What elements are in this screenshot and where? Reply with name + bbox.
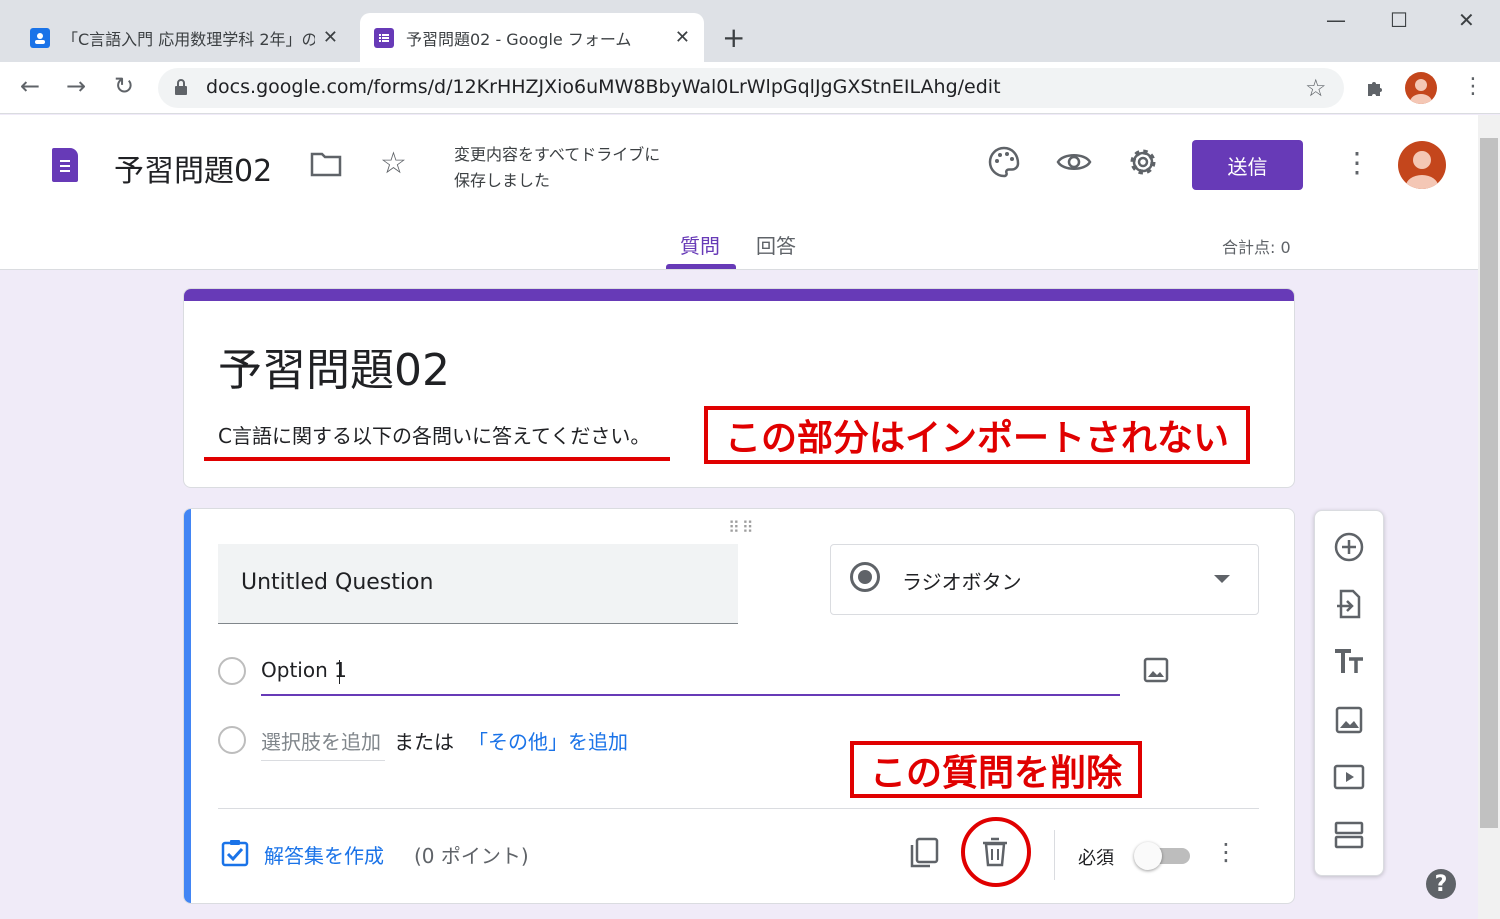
required-toggle-knob[interactable] <box>1134 842 1162 870</box>
add-question-icon[interactable] <box>1333 531 1365 563</box>
answer-key-link[interactable]: 解答集を作成 <box>264 840 384 869</box>
add-image-icon[interactable] <box>1333 704 1365 736</box>
star-icon[interactable]: ☆ <box>380 146 407 181</box>
or-text: または <box>394 730 454 754</box>
settings-gear-icon[interactable] <box>1125 144 1161 180</box>
tab-questions[interactable]: 質問 <box>680 230 720 259</box>
url-text[interactable]: docs.google.com/forms/d/12KrHHZJXio6uMW8… <box>206 76 1001 98</box>
maximize-icon[interactable]: ☐ <box>1390 8 1408 32</box>
send-button[interactable]: 送信 <box>1192 140 1303 190</box>
text-cursor <box>339 660 340 684</box>
browser-tab-forms[interactable]: 予習問題02 - Google フォーム ✕ <box>360 13 704 62</box>
answer-key-icon[interactable] <box>220 838 250 868</box>
add-video-icon[interactable] <box>1333 761 1365 793</box>
drag-handle-icon[interactable]: ⠿⠿ <box>728 518 755 537</box>
points-text: (0 ポイント) <box>414 844 529 868</box>
active-question-indicator <box>184 509 191 903</box>
add-other-link[interactable]: 「その他」を追加 <box>468 726 628 755</box>
option-1-input[interactable]: Option 1 <box>261 658 347 682</box>
forms-favicon-icon <box>374 27 394 48</box>
required-label: 必須 <box>1078 848 1114 869</box>
browser-tab-classroom[interactable]: 「C言語入門 応用数理学科 2年」の ✕ <box>16 13 352 62</box>
title-card-accent <box>184 289 1294 301</box>
folder-icon[interactable] <box>310 150 342 178</box>
tab-title: 予習問題02 - Google フォーム <box>406 29 632 49</box>
active-tab-indicator <box>666 264 736 269</box>
more-options-icon[interactable]: ⋮ <box>1343 146 1371 179</box>
add-section-icon[interactable] <box>1333 819 1365 851</box>
option-radio-icon <box>218 657 246 685</box>
tab-responses[interactable]: 回答 <box>756 230 796 259</box>
save-status: 変更内容をすべてドライブに 保存しました <box>454 145 661 190</box>
preview-eye-icon[interactable] <box>1055 144 1093 180</box>
help-icon[interactable]: ? <box>1426 869 1456 899</box>
bookmark-star-icon[interactable]: ☆ <box>1305 74 1327 102</box>
title-text-icon[interactable] <box>1333 646 1365 678</box>
radio-button-type-icon <box>850 562 880 592</box>
palette-icon[interactable] <box>986 144 1022 180</box>
question-more-icon[interactable]: ⋮ <box>1214 838 1238 866</box>
account-avatar[interactable] <box>1398 141 1446 189</box>
annotation-circle <box>961 817 1031 887</box>
reload-icon[interactable]: ↻ <box>114 72 134 100</box>
scrollbar-thumb[interactable] <box>1480 138 1498 828</box>
extensions-icon[interactable] <box>1364 76 1386 98</box>
option-1-underline <box>261 694 1120 696</box>
classroom-favicon-icon <box>30 27 50 48</box>
form-name[interactable]: 予習問題02 <box>114 146 272 190</box>
total-points: 合計点: 0 <box>1222 238 1291 257</box>
annotation-delete-question: この質問を削除 <box>850 741 1142 798</box>
footer-vertical-divider <box>1054 830 1055 880</box>
question-type-select[interactable] <box>830 544 1259 615</box>
option-image-icon[interactable] <box>1142 656 1170 684</box>
tab-title: 「C言語入門 応用数理学科 2年」の <box>62 29 315 49</box>
question-footer-divider <box>218 808 1259 809</box>
lock-icon <box>175 79 187 95</box>
annotation-not-imported: この部分はインポートされない <box>704 406 1250 464</box>
add-option-link[interactable]: 選択肢を追加 <box>261 726 381 755</box>
form-title[interactable]: 予習問題02 <box>218 334 450 398</box>
back-icon[interactable]: ← <box>20 72 40 100</box>
add-option-underline <box>261 760 385 761</box>
question-type-label: ラジオボタン <box>902 570 1022 594</box>
import-questions-icon[interactable] <box>1333 588 1365 620</box>
tab-close-icon[interactable]: ✕ <box>323 27 338 48</box>
forms-logo-icon <box>52 148 78 182</box>
minimize-icon[interactable]: — <box>1326 8 1346 32</box>
question-title-text[interactable]: Untitled Question <box>241 570 433 595</box>
dropdown-caret-icon <box>1214 575 1230 583</box>
window-close-icon[interactable]: ✕ <box>1458 8 1475 32</box>
browser-menu-icon[interactable]: ⋮ <box>1462 74 1484 99</box>
tab-close-icon[interactable]: ✕ <box>675 27 690 48</box>
form-description[interactable]: C言語に関する以下の各問いに答えてください。 <box>218 420 650 449</box>
new-tab-icon[interactable]: + <box>722 20 745 56</box>
annotation-underline <box>204 457 670 461</box>
add-option-radio-icon <box>218 726 246 754</box>
forward-icon[interactable]: → <box>66 72 86 100</box>
browser-profile-avatar[interactable] <box>1405 72 1437 104</box>
duplicate-icon[interactable] <box>908 836 940 870</box>
